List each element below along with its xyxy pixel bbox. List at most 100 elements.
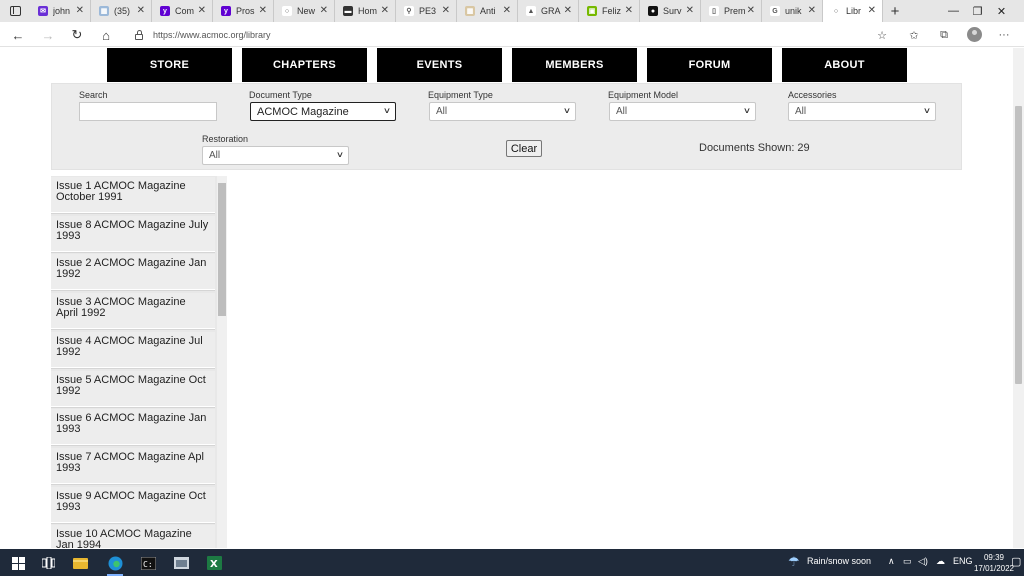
- onedrive-icon[interactable]: ☁: [936, 556, 945, 567]
- browser-tab[interactable]: y Pros ✕: [213, 0, 274, 22]
- tab-favicon-icon: ⚲: [404, 6, 414, 16]
- url-field[interactable]: https://www.acmoc.org/library: [135, 27, 271, 43]
- close-tab-icon[interactable]: ✕: [503, 5, 511, 16]
- search-input[interactable]: [79, 102, 217, 121]
- close-tab-icon[interactable]: ✕: [320, 5, 328, 16]
- close-window-button[interactable]: ✕: [979, 0, 1024, 22]
- chevron-down-icon: ∨: [742, 106, 752, 115]
- browser-tab[interactable]: ▣ Feliz ✕: [579, 0, 640, 22]
- browser-tab[interactable]: ○ New ✕: [274, 0, 335, 22]
- nav-store[interactable]: STORE: [107, 48, 232, 82]
- close-tab-icon[interactable]: ✕: [747, 5, 755, 16]
- refresh-button[interactable]: ↻: [67, 25, 87, 45]
- document-list-item[interactable]: Issue 1 ACMOC Magazine October 1991: [51, 177, 215, 213]
- documents-shown-count: Documents Shown: 29: [699, 142, 810, 154]
- restoration-select[interactable]: All ∨: [202, 146, 349, 165]
- nav-chapters[interactable]: CHAPTERS: [242, 48, 367, 82]
- equipment-type-select[interactable]: All ∨: [429, 102, 576, 121]
- browser-tab[interactable]: ▬ Hom ✕: [335, 0, 396, 22]
- document-type-label: Document Type: [249, 90, 312, 100]
- nav-events[interactable]: EVENTS: [377, 48, 502, 82]
- weather-text[interactable]: Rain/snow soon: [807, 556, 871, 566]
- network-icon[interactable]: ▭: [903, 556, 912, 567]
- svg-text:C:: C:: [143, 560, 153, 569]
- document-list-item[interactable]: Issue 6 ACMOC Magazine Jan 1993: [51, 409, 215, 446]
- document-type-select[interactable]: ACMOC Magazine ∨: [250, 102, 396, 121]
- close-tab-icon[interactable]: ✕: [259, 5, 267, 16]
- edge-browser-icon[interactable]: [103, 552, 127, 576]
- favorites-list-icon[interactable]: ✩: [905, 26, 923, 44]
- close-tab-icon[interactable]: ✕: [442, 5, 450, 16]
- more-menu-icon[interactable]: ···: [995, 26, 1013, 44]
- nav-forum[interactable]: FORUM: [647, 48, 772, 82]
- close-tab-icon[interactable]: ✕: [198, 5, 206, 16]
- close-tab-icon[interactable]: ✕: [625, 5, 633, 16]
- browser-tab[interactable]: ○ Libr ✕: [823, 0, 883, 22]
- clear-button[interactable]: Clear: [506, 140, 542, 157]
- equipment-model-select[interactable]: All ∨: [609, 102, 756, 121]
- document-list-scrollbar[interactable]: [217, 176, 227, 548]
- document-list-item[interactable]: Issue 8 ACMOC Magazine July 1993: [51, 215, 215, 252]
- tab-favicon-icon: ○: [282, 6, 292, 16]
- document-list-item[interactable]: Issue 7 ACMOC Magazine Apl 1993: [51, 447, 215, 484]
- document-list-item[interactable]: Issue 9 ACMOC Magazine Oct 1993: [51, 486, 215, 523]
- file-explorer-icon[interactable]: [68, 552, 92, 574]
- browser-tab[interactable]: ▲ GRA ✕: [518, 0, 579, 22]
- browser-tab[interactable]: ✉ john ✕: [30, 0, 91, 22]
- weather-icon[interactable]: ☂: [788, 554, 800, 570]
- equipment-model-label: Equipment Model: [608, 90, 679, 100]
- windows-start-icon[interactable]: [6, 552, 30, 574]
- volume-icon[interactable]: ◁): [918, 556, 928, 567]
- close-tab-icon[interactable]: ✕: [76, 5, 84, 16]
- restoration-value: All: [209, 150, 221, 161]
- tab-favicon-icon: ▦: [99, 6, 109, 16]
- close-tab-icon[interactable]: ✕: [381, 5, 389, 16]
- accessories-label: Accessories: [788, 90, 837, 100]
- nav-members[interactable]: MEMBERS: [512, 48, 637, 82]
- document-list-item[interactable]: Issue 10 ACMOC Magazine Jan 1994: [51, 525, 215, 548]
- document-list-item[interactable]: Issue 3 ACMOC Magazine April 1992: [51, 293, 215, 330]
- new-tab-button[interactable]: +: [883, 0, 907, 22]
- close-tab-icon[interactable]: ✕: [686, 5, 694, 16]
- favorite-star-icon[interactable]: ☆: [873, 26, 891, 44]
- accessories-select[interactable]: All ∨: [788, 102, 936, 121]
- browser-tab[interactable]: y Com ✕: [152, 0, 213, 22]
- app-window-icon[interactable]: [169, 552, 193, 574]
- tab-title: Com: [175, 6, 195, 16]
- close-tab-icon[interactable]: ✕: [808, 5, 816, 16]
- close-tab-icon[interactable]: ✕: [564, 5, 572, 16]
- collections-icon[interactable]: ⧉: [935, 26, 953, 44]
- tab-list: ✉ john ✕ ▦ (35) ✕ y Com ✕ y Pros ✕ ○ New ✕ ▬ Hom ✕ ⚲ PE3 ✕ ▦ A…: [30, 0, 883, 22]
- tab-strip: ✉ john ✕ ▦ (35) ✕ y Com ✕ y Pros ✕ ○ New ✕ ▬ Hom ✕ ⚲ PE3 ✕ ▦ A…: [0, 0, 1024, 22]
- show-hidden-icons-icon[interactable]: ∧: [888, 556, 895, 567]
- tab-favicon-icon: ●: [648, 6, 658, 16]
- terminal-icon[interactable]: C:: [136, 552, 160, 574]
- close-tab-icon[interactable]: ✕: [137, 5, 145, 16]
- tab-favicon-icon: ✉: [38, 6, 48, 16]
- back-button[interactable]: ←: [8, 25, 28, 45]
- browser-tab[interactable]: ▦ Anti ✕: [457, 0, 518, 22]
- profile-avatar[interactable]: [967, 27, 982, 42]
- page-scrollbar[interactable]: [1013, 48, 1024, 548]
- equipment-type-value: All: [436, 106, 448, 117]
- browser-tab[interactable]: ▦ (35) ✕: [91, 0, 152, 22]
- notifications-icon[interactable]: ▢: [1011, 555, 1021, 568]
- forward-button[interactable]: →: [38, 25, 58, 45]
- browser-tab[interactable]: ● Surv ✕: [640, 0, 701, 22]
- browser-tab[interactable]: Gunik ✕: [762, 0, 823, 22]
- document-list-item[interactable]: Issue 5 ACMOC Magazine Oct 1992: [51, 370, 215, 407]
- browser-tab[interactable]: ▯ Prem ✕: [701, 0, 762, 22]
- tab-actions-icon[interactable]: [0, 0, 30, 22]
- chevron-down-icon: ∨: [335, 150, 345, 159]
- document-list-item[interactable]: Issue 2 ACMOC Magazine Jan 1992: [51, 254, 215, 291]
- close-tab-icon[interactable]: ✕: [868, 5, 876, 16]
- excel-icon[interactable]: X: [202, 552, 226, 574]
- tab-favicon-icon: ▲: [526, 6, 536, 16]
- home-button[interactable]: ⌂: [96, 25, 116, 45]
- document-list-item[interactable]: Issue 4 ACMOC Magazine Jul 1992: [51, 331, 215, 368]
- nav-about[interactable]: ABOUT: [782, 48, 907, 82]
- tab-title: New: [297, 6, 316, 16]
- svg-text:X: X: [210, 559, 218, 570]
- browser-tab[interactable]: ⚲ PE3 ✕: [396, 0, 457, 22]
- task-view-icon[interactable]: [36, 552, 60, 574]
